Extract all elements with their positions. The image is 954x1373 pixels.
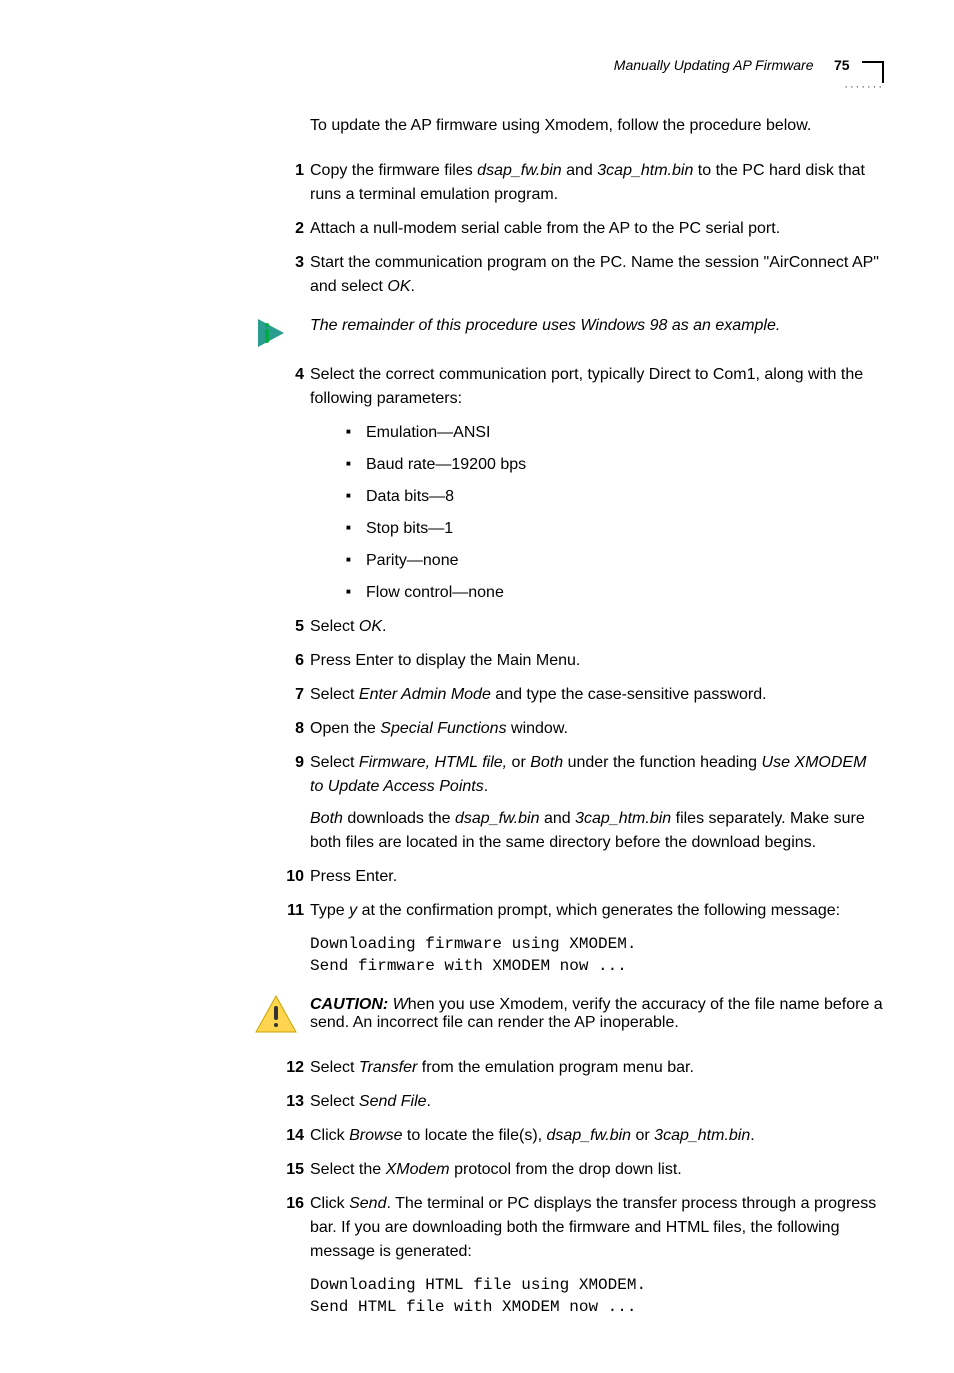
step-6: 6 Press Enter to display the Main Menu. (310, 649, 884, 673)
step-9: 9 Select Firmware, HTML file, or Both un… (310, 751, 884, 855)
step-12: 12 Select Transfer from the emulation pr… (310, 1056, 884, 1080)
step-2: 2 Attach a null-modem serial cable from … (310, 217, 884, 241)
step-13: 13 Select Send File. (310, 1090, 884, 1114)
step-3: 3 Start the communication program on the… (310, 251, 884, 299)
caution-icon (254, 994, 298, 1039)
info-arrow-icon (254, 313, 294, 358)
caution-block: CAUTION: When you use Xmodem, verify the… (310, 996, 884, 1032)
step-11: 11 Type y at the confirmation prompt, wh… (310, 899, 884, 978)
list-item: Stop bits—1 (350, 517, 884, 541)
step-1: 1 Copy the firmware files dsap_fw.bin an… (310, 159, 884, 207)
step-10: 10 Press Enter. (310, 865, 884, 889)
list-item: Emulation—ANSI (350, 421, 884, 445)
intro-text: To update the AP firmware using Xmodem, … (310, 117, 884, 135)
step-4: 4 Select the correct communication port,… (310, 363, 884, 605)
list-item: Data bits—8 (350, 485, 884, 509)
code-block: Downloading HTML file using XMODEM. Send… (310, 1274, 884, 1319)
header-title: Manually Updating AP Firmware (614, 57, 814, 73)
page-number: 75 (834, 57, 850, 73)
list-item: Parity—none (350, 549, 884, 573)
header-dots: ······· (844, 81, 884, 93)
step-15: 15 Select the XModem protocol from the d… (310, 1158, 884, 1182)
step-8: 8 Open the Special Functions window. (310, 717, 884, 741)
step-5: 5 Select OK. (310, 615, 884, 639)
step-16: 16 Click Send. The terminal or PC displa… (310, 1192, 884, 1319)
page-header: Manually Updating AP Firmware 75 ······· (70, 55, 884, 77)
corner-decoration (862, 61, 884, 83)
step-7: 7 Select Enter Admin Mode and type the c… (310, 683, 884, 707)
list-item: Baud rate—19200 bps (350, 453, 884, 477)
note-block: The remainder of this procedure uses Win… (310, 317, 884, 335)
step-14: 14 Click Browse to locate the file(s), d… (310, 1124, 884, 1148)
parameter-list: Emulation—ANSI Baud rate—19200 bps Data … (350, 421, 884, 605)
list-item: Flow control—none (350, 581, 884, 605)
code-block: Downloading firmware using XMODEM. Send … (310, 933, 884, 978)
